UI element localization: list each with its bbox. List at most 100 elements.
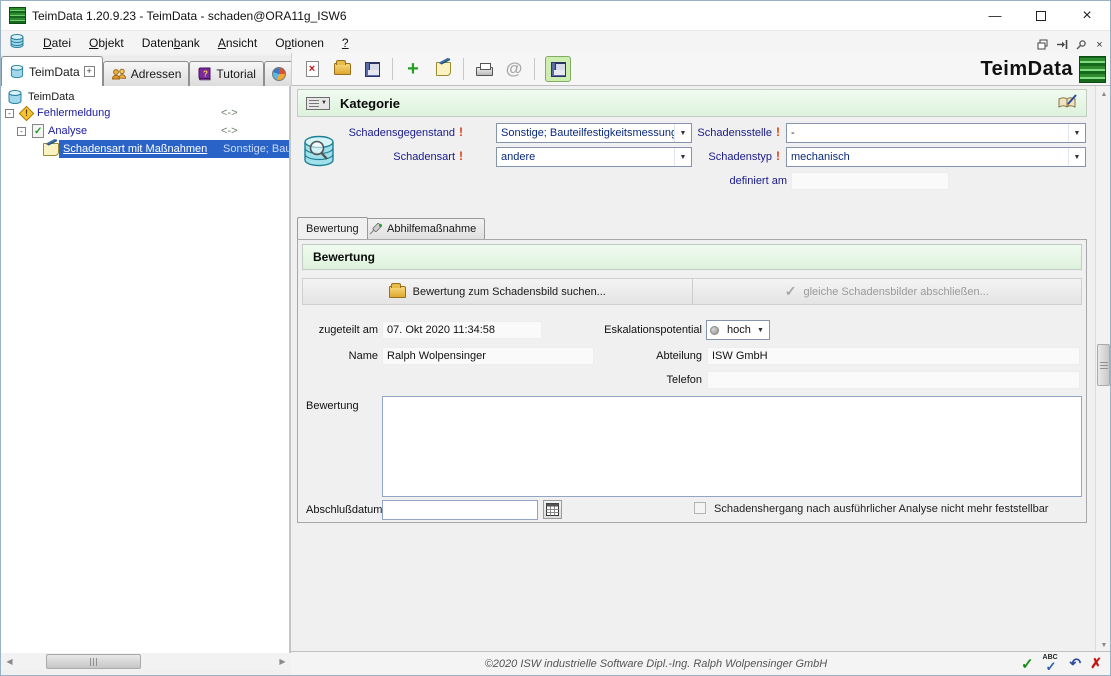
eskalationspotential-label: Eskalationspotential [578, 324, 702, 336]
open-button[interactable] [332, 59, 352, 79]
tree-item-link: <-> [221, 107, 238, 119]
tree-item-value: Sonstige; Bau [223, 143, 291, 155]
scrollbar-thumb[interactable] [46, 654, 141, 669]
schadensstelle-label: Schadensstelle [690, 127, 772, 139]
scroll-up-icon[interactable]: ▲ [1096, 86, 1111, 102]
abschlussdatum-label: Abschlußdatum [306, 504, 386, 516]
navigation-tree: TeimData - ! Fehlermeldung <-> - ✓ Analy… [1, 86, 291, 653]
main-vertical-scrollbar[interactable]: ▲ ▼ [1095, 86, 1111, 653]
edit-notes-icon[interactable] [1056, 93, 1078, 114]
minimize-button[interactable]: — [972, 1, 1018, 31]
level-dot-icon [710, 326, 719, 335]
expand-tree-icon[interactable]: + [84, 66, 95, 77]
abschlussdatum-input[interactable] [382, 500, 538, 520]
collapse-icon[interactable]: - [5, 109, 14, 118]
scrollbar-thumb[interactable] [1097, 344, 1110, 386]
dropdown-arrow-icon: ▼ [1068, 124, 1085, 142]
window-title: TeimData 1.20.9.23 - TeimData - schaden@… [32, 9, 347, 23]
kategorie-header: ▼ Kategorie [297, 89, 1087, 117]
suchen-button[interactable]: Bewertung zum Schadensbild suchen... [303, 279, 692, 304]
printer-icon [476, 67, 493, 76]
tree-item-label: Analyse [48, 125, 87, 137]
pin-pane-icon[interactable] [1074, 38, 1087, 51]
bewertung-textarea[interactable] [382, 396, 1082, 497]
schadensstelle-select[interactable]: - ▼ [786, 123, 1086, 143]
note-pen-icon [436, 62, 451, 76]
detail-panel: ▼ Kategorie Schadensgegenstand ! Sonstig… [292, 86, 1095, 653]
tree-item-fehlermeldung[interactable]: - ! Fehlermeldung <-> [1, 104, 289, 122]
schadenstyp-select[interactable]: mechanisch ▼ [786, 147, 1086, 167]
save-button[interactable] [362, 59, 382, 79]
dropdown-arrow-icon: ▼ [674, 124, 691, 142]
tree-item-analyse[interactable]: - ✓ Analyse <-> [1, 122, 289, 140]
warning-icon: ! [20, 107, 33, 120]
cancel-icon[interactable]: ✗ [1090, 655, 1102, 672]
collapse-icon[interactable]: - [17, 127, 26, 136]
eskalationspotential-select[interactable]: hoch ▼ [706, 320, 770, 340]
menu-datei[interactable]: Datei [34, 33, 80, 53]
tab-adressen[interactable]: Adressen [103, 61, 190, 86]
save-icon [551, 62, 566, 77]
menu-ansicht[interactable]: Ansicht [209, 33, 266, 53]
scroll-right-icon[interactable]: ▶ [274, 653, 291, 670]
menu-objekt[interactable]: Objekt [80, 33, 133, 53]
window-controls: — × [972, 1, 1110, 31]
undo-icon[interactable]: ↶ [1070, 655, 1082, 672]
feststellbar-checkbox[interactable] [694, 502, 706, 514]
bewertung-title: Bewertung [313, 250, 375, 264]
print-button[interactable] [474, 59, 494, 79]
tree-item-schadensart-selected[interactable]: Schadensart mit Maßnahmen Sonstige; Bau [1, 140, 289, 158]
new-note-button[interactable] [433, 59, 453, 79]
telefon-label: Telefon [578, 374, 702, 386]
tree-item-label: Fehlermeldung [37, 107, 110, 119]
menu-bar: Datei Objekt Datenbank Ansicht Optionen … [1, 31, 1110, 54]
mandatory-icon: ! [459, 125, 463, 139]
combo-widget-icon: ▼ [306, 97, 330, 110]
delete-record-icon: × [306, 61, 319, 77]
tab-teimdata[interactable]: TeimData + [1, 56, 103, 86]
quick-save-button[interactable] [545, 56, 571, 82]
menu-hilfe[interactable]: ? [333, 33, 358, 53]
close-pane-icon[interactable]: × [1093, 38, 1106, 51]
at-icon: @ [506, 59, 523, 79]
title-bar: TeimData 1.20.9.23 - TeimData - schaden@… [1, 1, 1110, 31]
schadenstyp-label: Schadenstyp [690, 151, 772, 163]
mandatory-icon: ! [776, 149, 780, 163]
confirm-icon[interactable]: ✓ [1021, 655, 1034, 673]
brand-logo-icon [1079, 56, 1106, 83]
close-button[interactable]: × [1064, 1, 1110, 31]
check-circle-icon: ✓ [785, 283, 797, 300]
tab-bewertung[interactable]: Bewertung [297, 217, 368, 239]
scroll-left-icon[interactable]: ◀ [1, 653, 18, 670]
menu-datenbank[interactable]: Datenbank [133, 33, 209, 53]
email-button[interactable]: @ [504, 59, 524, 79]
dock-pane-icon[interactable] [1055, 38, 1068, 51]
schadensart-select[interactable]: andere ▼ [496, 147, 692, 167]
schadensgegenstand-select[interactable]: Sonstige; Bauteilfestigkeitsmessung; Bau… [496, 123, 692, 143]
tab-abhilfemassnahme[interactable]: Abhilfemaßnahme [360, 218, 485, 239]
scrollbar-track[interactable] [18, 653, 274, 670]
spellcheck-icon[interactable]: ABC ✓ [1043, 656, 1061, 672]
bewertung-group: Bewertung Bewertung zum Schadensbild suc… [297, 239, 1087, 523]
abteilung-label: Abteilung [578, 350, 702, 362]
add-button[interactable]: + [403, 59, 423, 79]
restore-pane-icon[interactable] [1036, 38, 1049, 51]
tree-item-label: Schadensart mit Maßnahmen [63, 143, 207, 155]
name-label: Name [302, 350, 378, 362]
status-icons: ✓ ABC ✓ ↶ ✗ [1021, 655, 1110, 673]
name-field: Ralph Wolpensinger [382, 347, 594, 365]
menu-optionen[interactable]: Optionen [266, 33, 333, 53]
feststellbar-label: Schadenshergang nach ausführlicher Analy… [714, 503, 1048, 515]
open-folder-icon [334, 63, 351, 75]
delete-record-button[interactable]: × [302, 59, 322, 79]
database-icon [6, 89, 24, 105]
syringe-icon [369, 223, 383, 235]
abschliessen-button[interactable]: ✓ gleiche Schadensbilder abschließen... [693, 279, 1082, 304]
mandatory-icon: ! [459, 149, 463, 163]
schadensart-label: Schadensart [312, 151, 455, 163]
tree-horizontal-scrollbar[interactable]: ◀ ▶ [1, 653, 291, 670]
calendar-button[interactable] [543, 500, 562, 519]
maximize-button[interactable] [1018, 1, 1064, 31]
tab-tutorial[interactable]: ? Tutorial [189, 61, 264, 86]
folder-search-icon [389, 286, 406, 298]
